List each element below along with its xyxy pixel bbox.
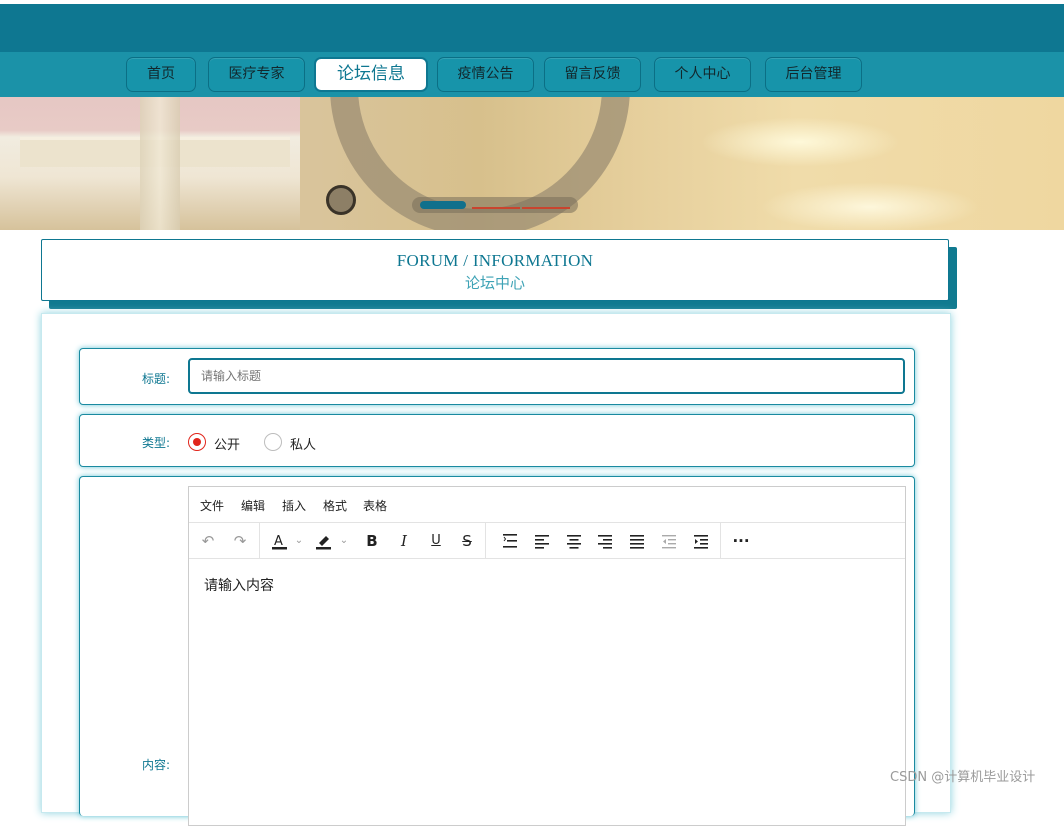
text-color-dropdown-icon[interactable]: ⌄ [293, 532, 305, 550]
menu-edit[interactable]: 编辑 [241, 497, 265, 514]
nav-item-experts[interactable]: 医疗专家 [208, 57, 305, 92]
type-option-public-label[interactable]: 公开 [214, 434, 240, 453]
type-radio-public[interactable] [188, 433, 206, 451]
align-right-icon[interactable] [596, 532, 614, 550]
section-title-chinese: 论坛中心 [464, 274, 525, 292]
menu-format[interactable]: 格式 [323, 497, 347, 514]
editor-content-area[interactable]: 请输入内容 [204, 575, 274, 595]
carousel-dot-1[interactable] [420, 201, 466, 209]
nav-item-feedback[interactable]: 留言反馈 [544, 57, 641, 92]
menu-insert[interactable]: 插入 [282, 497, 306, 514]
nav-item-forum[interactable]: 论坛信息 [314, 57, 428, 92]
italic-icon[interactable]: I [395, 532, 413, 550]
forum-post-form: 标题: 类型: 公开 私人 内容: 文件 编辑 插入 格式 表格 ↶ ↷ A [41, 313, 951, 826]
highlight-icon[interactable] [313, 532, 335, 550]
content-row: 内容: 文件 编辑 插入 格式 表格 ↶ ↷ A ⌄ ⌄ B I U S ···… [79, 476, 915, 826]
bold-icon[interactable]: B [363, 532, 381, 550]
title-input[interactable] [188, 358, 905, 394]
watermark: CSDN @计算机毕业设计 [890, 770, 1036, 785]
nav-item-announcements[interactable]: 疫情公告 [437, 57, 534, 92]
nav-item-admin[interactable]: 后台管理 [765, 57, 862, 92]
outdent-icon[interactable] [660, 532, 678, 550]
carousel-dot-3[interactable] [522, 207, 570, 209]
banner-bed-wheel [326, 185, 356, 215]
more-icon[interactable]: ··· [731, 532, 751, 550]
carousel-dot-2[interactable] [472, 207, 520, 209]
type-label: 类型: [141, 436, 170, 450]
align-left-icon[interactable] [533, 532, 551, 550]
line-height-icon[interactable] [501, 532, 519, 550]
type-radio-private[interactable] [264, 433, 282, 451]
top-header-bar [0, 4, 1064, 52]
undo-icon[interactable]: ↶ [199, 532, 217, 550]
menu-file[interactable]: 文件 [200, 497, 224, 514]
rich-text-editor: 文件 编辑 插入 格式 表格 ↶ ↷ A ⌄ ⌄ B I U S ··· 请输入… [188, 486, 906, 826]
svg-text:A: A [274, 534, 283, 549]
banner-carousel [0, 97, 1064, 230]
title-row: 标题: [79, 348, 915, 405]
align-center-icon[interactable] [565, 532, 583, 550]
redo-icon[interactable]: ↷ [231, 532, 249, 550]
underline-icon[interactable]: U [427, 532, 445, 550]
main-nav: 首页 医疗专家 论坛信息 疫情公告 留言反馈 个人中心 后台管理 [0, 52, 1064, 97]
title-label: 标题: [141, 372, 170, 386]
editor-toolbar: ↶ ↷ A ⌄ ⌄ B I U S ··· [189, 523, 905, 559]
section-title-english: FORUM / INFORMATION [396, 251, 594, 270]
editor-menubar: 文件 编辑 插入 格式 表格 [189, 487, 905, 523]
align-justify-icon[interactable] [628, 532, 646, 550]
nav-item-home[interactable]: 首页 [126, 57, 196, 92]
strikethrough-icon[interactable]: S [458, 532, 476, 550]
text-color-icon[interactable]: A [269, 532, 291, 550]
type-row: 类型: 公开 私人 [79, 414, 915, 467]
indent-icon[interactable] [692, 532, 710, 550]
menu-table[interactable]: 表格 [363, 497, 387, 514]
highlight-dropdown-icon[interactable]: ⌄ [338, 532, 350, 550]
nav-item-profile[interactable]: 个人中心 [654, 57, 751, 92]
type-option-private-label[interactable]: 私人 [290, 434, 316, 453]
section-title-card: FORUM / INFORMATION 论坛中心 [41, 239, 949, 301]
content-label: 内容: [141, 758, 170, 772]
